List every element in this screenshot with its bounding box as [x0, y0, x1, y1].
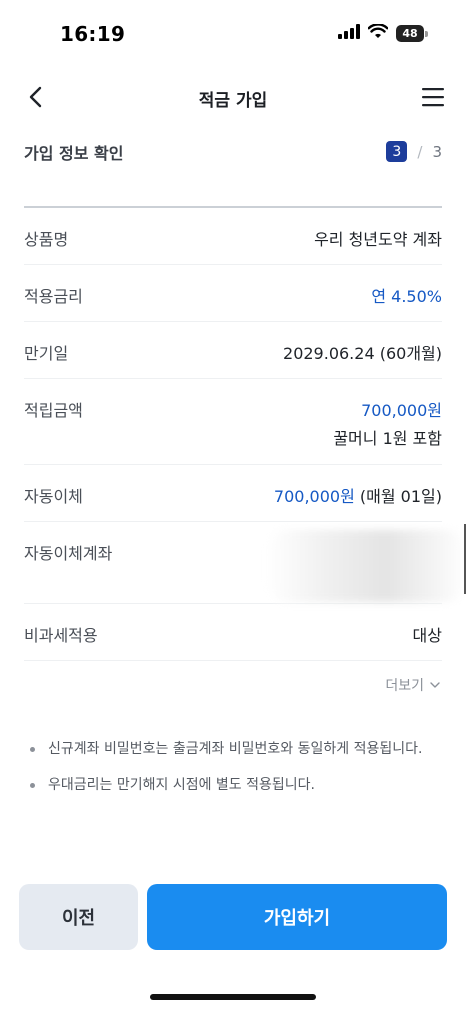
status-bar: 16:19 48: [0, 0, 466, 70]
battery-icon: 48: [396, 25, 428, 42]
row-tax-exemption: 비과세적용 대상: [24, 604, 442, 661]
row-value: 700,000원 (매월 01일): [274, 483, 442, 507]
screen: 16:19 48 적금 가입 가입 정보 확인 3 / 3 상품명 우리 청년도…: [0, 0, 466, 1010]
info-list: 상품명 우리 청년도약 계좌 적용금리 연 4.50% 만기일 2029.06.…: [24, 208, 466, 661]
row-label: 상품명: [24, 230, 69, 249]
row-auto-transfer-account: 자동이체계좌: [24, 522, 466, 604]
step-current-badge: 3: [386, 141, 408, 162]
battery-tip: [425, 30, 428, 37]
row-label: 적용금리: [24, 287, 83, 306]
row-maturity-date: 만기일 2029.06.24 (60개월): [24, 322, 442, 379]
step-title: 가입 정보 확인: [24, 144, 124, 163]
status-icons: 48: [338, 23, 428, 43]
row-label: 적립금액: [24, 401, 83, 420]
home-indicator[interactable]: [150, 994, 316, 1000]
row-label: 자동이체: [24, 487, 83, 506]
auto-transfer-schedule: (매월 01일): [354, 487, 442, 506]
row-label: 자동이체계좌: [24, 544, 113, 563]
row-label: 비과세적용: [24, 626, 98, 645]
row-value: 700,000원: [361, 401, 442, 420]
notice-list: 신규계좌 비밀번호는 출금계좌 비밀번호와 동일하게 적용됩니다. 우대금리는 …: [28, 738, 442, 810]
notice-item: 신규계좌 비밀번호는 출금계좌 비밀번호와 동일하게 적용됩니다.: [28, 738, 442, 760]
row-label: 만기일: [24, 344, 69, 363]
page-title: 적금 가입: [198, 91, 268, 111]
wifi-icon: [367, 23, 389, 43]
nav-bar: 적금 가입: [0, 78, 466, 118]
row-interest-rate: 적용금리 연 4.50%: [24, 265, 442, 322]
prev-button[interactable]: 이전: [19, 884, 138, 950]
row-product-name: 상품명 우리 청년도약 계좌: [24, 208, 442, 265]
row-sub-value: 꿀머니 1원 포함: [333, 429, 442, 448]
notice-text: 우대금리는 만기해지 시점에 별도 적용됩니다.: [48, 777, 315, 793]
row-value: 우리 청년도약 계좌: [314, 230, 442, 249]
row-value: 2029.06.24 (60개월): [283, 344, 442, 363]
step-separator: /: [417, 142, 423, 161]
auto-transfer-amount: 700,000원: [273, 487, 355, 506]
chevron-down-icon: [430, 681, 440, 688]
step-indicator: 3 / 3: [386, 141, 442, 162]
row-auto-transfer: 자동이체 700,000원 (매월 01일): [24, 465, 442, 522]
battery-level: 48: [396, 25, 424, 42]
notice-item: 우대금리는 만기해지 시점에 별도 적용됩니다.: [28, 774, 442, 796]
hamburger-icon: [422, 88, 444, 107]
more-link[interactable]: 더보기: [385, 675, 440, 695]
bullet-icon: [30, 747, 35, 752]
row-value: 연 4.50%: [371, 287, 442, 306]
signal-icon: [338, 24, 360, 43]
bullet-icon: [30, 783, 35, 788]
step-total: 3: [432, 142, 442, 161]
more-label: 더보기: [385, 678, 424, 694]
join-button[interactable]: 가입하기: [147, 884, 447, 950]
masked-account-value: [266, 530, 466, 602]
menu-button[interactable]: [420, 84, 446, 110]
notice-text: 신규계좌 비밀번호는 출금계좌 비밀번호와 동일하게 적용됩니다.: [48, 741, 423, 757]
status-time: 16:19: [60, 22, 126, 46]
row-deposit-amount: 적립금액 700,000원 꿀머니 1원 포함: [24, 379, 442, 465]
row-value: 대상: [412, 626, 442, 645]
